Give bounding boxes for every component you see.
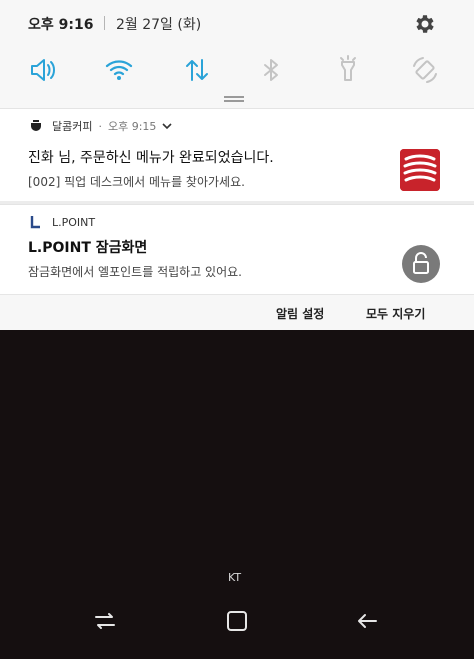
quick-panel: 오후 9:16 2월 27일 (화) <box>0 0 474 108</box>
lock-icon <box>402 245 440 283</box>
dalkomm-app-icon <box>31 120 41 131</box>
quick-toggles <box>0 50 474 90</box>
lpoint-app-icon <box>30 216 40 229</box>
notification-lpoint[interactable]: L.POINT L.POINT 잠금화면 잠금화면에서 엘포인트를 적립하고 있… <box>0 204 474 294</box>
chevron-down-icon[interactable] <box>162 121 173 131</box>
status-row: 오후 9:16 2월 27일 (화) <box>0 0 474 46</box>
status-time: 오후 9:16 <box>28 17 94 33</box>
app-name: 달콤커피 <box>52 120 93 133</box>
settings-gear-icon[interactable] <box>412 12 436 36</box>
lockscreen-background: KT <box>0 330 474 659</box>
notification-header: L.POINT <box>28 213 95 231</box>
home-icon[interactable] <box>224 608 250 634</box>
back-icon[interactable] <box>354 608 380 634</box>
drag-handle[interactable] <box>224 96 244 102</box>
clear-all-button[interactable]: 모두 지우기 <box>366 305 425 322</box>
bluetooth-icon[interactable] <box>255 54 287 86</box>
app-name: L.POINT <box>52 215 96 229</box>
notification-actions: 알림 설정 모두 지우기 <box>0 294 474 330</box>
dalkomm-coffee-logo <box>400 149 440 191</box>
notification-title: 진화 님, 주문하신 메뉴가 완료되었습니다. <box>28 150 274 166</box>
notification-time: 오후 9:15 <box>107 120 157 133</box>
notification-body: [002] 픽업 데스크에서 메뉴를 찾아가세요. <box>28 175 245 189</box>
sound-icon[interactable] <box>26 54 58 86</box>
flashlight-icon[interactable] <box>332 54 364 86</box>
carrier-label: KT <box>228 571 242 584</box>
wifi-icon[interactable] <box>103 54 135 86</box>
notification-title: L.POINT 잠금화면 <box>28 240 148 256</box>
mobile-data-icon[interactable] <box>181 54 213 86</box>
notification-body: 잠금화면에서 엘포인트를 적립하고 있어요. <box>28 265 242 279</box>
navigation-bar <box>0 600 474 650</box>
notification-header: 달콤커피 · 오후 9:15 <box>28 117 173 135</box>
auto-rotate-icon[interactable] <box>409 54 441 86</box>
status-divider <box>104 16 105 30</box>
recents-icon[interactable] <box>92 608 118 634</box>
separator-dot: · <box>98 119 102 133</box>
notification-dalkomm[interactable]: 달콤커피 · 오후 9:15 진화 님, 주문하신 메뉴가 완료되었습니다. [… <box>0 108 474 201</box>
notification-settings-button[interactable]: 알림 설정 <box>276 305 324 322</box>
status-date: 2월 27일 (화) <box>116 17 202 33</box>
